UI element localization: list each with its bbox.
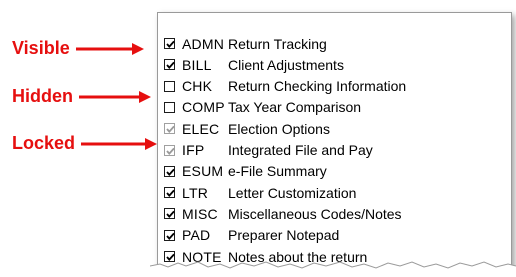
form-code: ELEC bbox=[182, 120, 220, 137]
checkmark-icon bbox=[166, 40, 175, 48]
form-row-bill[interactable]: BILL Client Adjustments bbox=[164, 54, 344, 75]
form-row-comp[interactable]: COMP Tax Year Comparison bbox=[164, 97, 361, 118]
form-code: LTR bbox=[182, 184, 209, 201]
form-row-admn[interactable]: ADMN Return Tracking bbox=[164, 33, 327, 54]
form-description: Letter Customization bbox=[228, 184, 357, 201]
hidden-callout: Hidden bbox=[12, 86, 153, 107]
form-description: Return Checking Information bbox=[228, 78, 407, 95]
checkmark-icon bbox=[166, 232, 175, 240]
right-arrow-icon bbox=[75, 42, 144, 55]
checkmark-icon bbox=[166, 189, 175, 198]
form-code: MISC bbox=[182, 205, 218, 222]
checkbox-chk[interactable] bbox=[164, 80, 175, 92]
visible-label: Visible bbox=[12, 38, 70, 58]
form-row-elec[interactable]: ELEC Election Options bbox=[164, 118, 330, 139]
form-row-esum[interactable]: ESUM e-File Summary bbox=[164, 161, 327, 182]
form-row-ltr[interactable]: LTR Letter Customization bbox=[164, 182, 356, 203]
form-description: Preparer Notepad bbox=[228, 227, 340, 244]
form-code: IFP bbox=[182, 142, 205, 158]
checkbox-pad[interactable] bbox=[164, 229, 175, 241]
locked-label: Locked bbox=[12, 133, 76, 153]
hidden-label: Hidden bbox=[12, 86, 73, 106]
form-row-ifp[interactable]: IFP Integrated File and Pay bbox=[164, 140, 373, 161]
checkbox-ltr[interactable] bbox=[164, 187, 175, 199]
form-code: COMP bbox=[182, 99, 225, 116]
form-code: CHK bbox=[182, 78, 213, 95]
checkbox-misc[interactable] bbox=[164, 208, 175, 220]
form-description: Miscellaneous Codes/Notes bbox=[228, 205, 402, 222]
form-description: Election Options bbox=[228, 120, 330, 137]
torn-edge bbox=[150, 261, 516, 277]
checkbox-admn[interactable] bbox=[164, 38, 175, 49]
form-description: Integrated File and Pay bbox=[228, 142, 373, 158]
form-row-chk[interactable]: CHK Return Checking Information bbox=[164, 76, 406, 97]
checkmark-icon bbox=[166, 211, 175, 219]
locked-callout: Locked bbox=[12, 133, 159, 154]
form-row-pad[interactable]: PAD Preparer Notepad bbox=[164, 225, 339, 246]
form-code: BILL bbox=[182, 56, 212, 73]
form-description: Return Tracking bbox=[228, 35, 327, 52]
checkmark-icon bbox=[166, 62, 175, 70]
checkbox-ifp bbox=[164, 144, 175, 156]
form-description: e-File Summary bbox=[228, 163, 327, 180]
checkbox-bill[interactable] bbox=[164, 59, 175, 71]
checkbox-esum[interactable] bbox=[164, 165, 175, 177]
checkbox-comp[interactable] bbox=[164, 101, 175, 113]
form-description: Client Adjustments bbox=[228, 56, 344, 73]
checkmark-icon bbox=[166, 168, 175, 176]
right-arrow-icon bbox=[81, 137, 158, 150]
form-list-panel: ADMN Return Tracking BILL Client Adjustment… bbox=[157, 12, 512, 274]
form-code: ESUM bbox=[182, 163, 224, 180]
checkmark-icon bbox=[166, 147, 175, 155]
right-arrow-icon bbox=[79, 90, 151, 103]
checkbox-elec bbox=[164, 123, 175, 135]
form-code: ADMN bbox=[182, 35, 225, 52]
form-code: PAD bbox=[182, 227, 211, 244]
form-description: Tax Year Comparison bbox=[228, 99, 362, 116]
checkmark-icon bbox=[166, 125, 175, 134]
form-row-misc[interactable]: MISC Miscellaneous Codes/Notes bbox=[164, 203, 402, 224]
visible-callout: Visible bbox=[12, 38, 146, 59]
